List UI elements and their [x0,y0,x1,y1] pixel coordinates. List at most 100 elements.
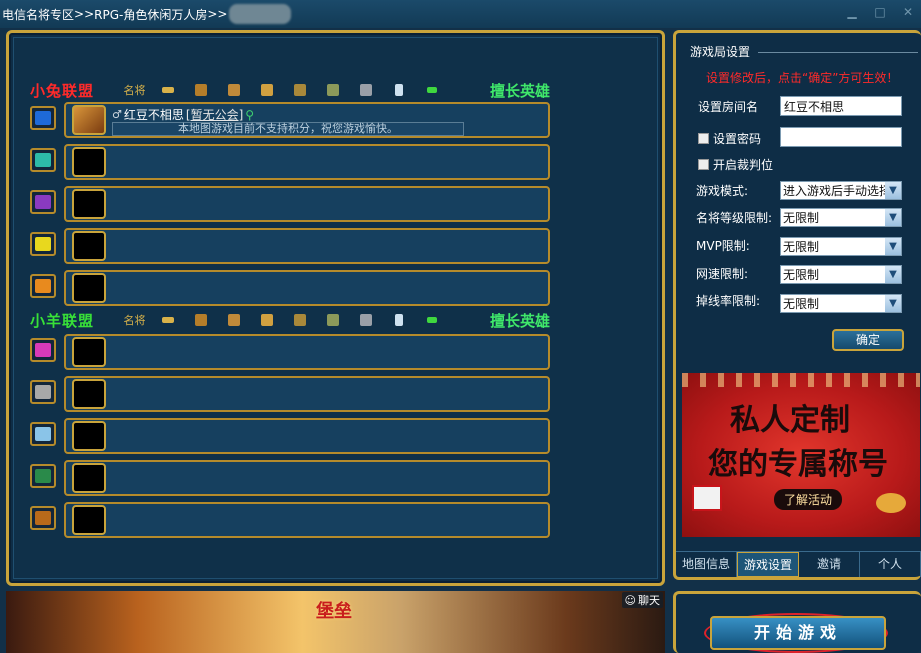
team1-name: 小兔联盟 [30,81,95,100]
chevron-down-icon[interactable]: ▼ [885,209,901,226]
panel-tabs: 地图信息 游戏设置 邀请 个人 [676,551,921,577]
password-input[interactable] [780,127,902,147]
army-icon [283,83,316,97]
tab-invite[interactable]: 邀请 [799,552,860,577]
slot-switch-button[interactable] [30,464,56,488]
slot-switch-button[interactable] [30,106,56,130]
mvp-icon [151,313,184,327]
team2-slot-1 [28,334,550,370]
arrow-right-icon [35,111,51,125]
room-name-row: 设置房间名 [698,95,758,117]
key-icon: ⚲ [245,107,255,122]
team1-slot-4 [28,228,550,264]
slot-body[interactable] [64,376,550,412]
column-mingjiang-label: 名将 [123,84,146,97]
ping-limit-row: 网速限制: [696,262,748,284]
breadcrumb-room-type[interactable]: RPG-角色休闲万人房 [94,6,207,23]
slot-switch-button[interactable] [30,422,56,446]
ping-limit-label: 网速限制: [696,266,749,281]
mvp-limit-value: 无限制 [783,240,820,254]
tab-personal[interactable]: 个人 [860,552,921,577]
password-checkbox[interactable] [698,132,709,144]
avatar-empty [72,505,106,535]
chevron-down-icon[interactable]: ▼ [885,238,901,255]
slot-switch-button[interactable] [30,338,56,362]
team1-column-icons: 名将 [118,82,448,98]
avatar[interactable] [72,105,106,135]
team2-hero-column: 擅长英雄 [489,311,550,330]
army-icon [283,313,316,327]
drop-limit-label: 掉线率限制: [696,293,761,308]
slot-switch-button[interactable] [30,148,56,172]
chevron-down-icon[interactable]: ▼ [885,182,901,199]
slot-switch-button[interactable] [30,274,56,298]
referee-checkbox[interactable] [698,158,709,170]
password-row: 设置密码 [698,127,761,149]
rich-icon [250,313,283,327]
slot-switch-button[interactable] [30,232,56,256]
mvp-limit-select[interactable]: 无限制 ▼ [780,237,902,256]
swap-icon [35,195,51,209]
slot-body[interactable] [64,502,550,538]
ping-limit-value: 无限制 [783,268,820,282]
coins-icon [876,493,906,513]
slot-body[interactable] [64,228,550,264]
mvp-icon [151,83,184,97]
player-name[interactable]: 红豆不相思 [124,106,184,123]
flag-icon [349,83,382,97]
avatar-empty [72,379,106,409]
signal-icon [415,313,448,327]
settings-panel: 游戏局设置 设置修改后，点击“确定”方可生效！ 设置房间名 设置密码 开启裁判位… [673,30,921,580]
game-mode-select[interactable]: 进入游戏后手动选择 ▼ [780,181,902,200]
level-limit-select[interactable]: 无限制 ▼ [780,208,902,227]
team2-slot-3 [28,418,550,454]
player-info: ♂ 红豆不相思 [暂无公会] ⚲ [112,106,254,123]
tab-game-settings[interactable]: 游戏设置 [737,552,799,577]
swap-icon [35,469,51,483]
breadcrumb-room-blurred [229,4,292,24]
boot-icon [382,313,415,327]
player-guild[interactable]: [暂无公会] [186,106,243,123]
ad-cta-button[interactable]: 了解活动 [774,489,843,510]
level-limit-row: 名将等级限制: [696,206,772,228]
ad-headline: 私人定制 [730,403,850,438]
chevron-down-icon[interactable]: ▼ [885,266,901,283]
chat-button[interactable]: ☺ 聊天 [621,592,663,608]
breadcrumb-separator: >> [74,7,95,21]
ad-banner[interactable]: 私人定制 您的专属称号 了解活动 [682,373,920,537]
slot-body[interactable] [64,186,550,222]
team1-hero-column: 擅长英雄 [489,81,550,100]
slot-body[interactable] [64,460,550,496]
team1-slot-1: ♂ 红豆不相思 [暂无公会] ⚲ 本地图游戏目前不支持积分，祝您游戏愉快。 [28,102,550,138]
slot-body[interactable] [64,270,550,306]
slot-switch-button[interactable] [30,506,56,530]
team2-column-icons: 名将 [118,312,448,328]
room-name-input[interactable] [780,96,902,116]
start-game-button[interactable]: 开始游戏 [710,616,886,650]
tab-map-info[interactable]: 地图信息 [676,552,737,577]
swap-icon [35,279,51,293]
game-banner[interactable]: 堡垒 ☺ 聊天 [6,591,665,653]
slot-body[interactable] [64,418,550,454]
breadcrumb-zone[interactable]: 电信名将专区 [2,6,74,23]
chevron-down-icon[interactable]: ▼ [885,295,901,312]
drop-limit-select[interactable]: 无限制 ▼ [780,294,902,313]
shield-icon [316,313,349,327]
column-mingjiang-label: 名将 [123,314,146,327]
close-button[interactable]: ✕ [899,4,917,20]
rich-icon [250,83,283,97]
slot-body[interactable] [64,334,550,370]
mvp-limit-row: MVP限制: [696,234,750,256]
maximize-button[interactable]: □ [871,4,889,20]
team2-name: 小羊联盟 [30,311,95,330]
minimize-button[interactable]: ▁ [843,4,861,20]
slot-switch-button[interactable] [30,190,56,214]
team2-header: 小羊联盟 名将 擅长英雄 [30,310,550,330]
ping-limit-select[interactable]: 无限制 ▼ [780,265,902,284]
banner-logo: 堡垒 [316,601,352,622]
slot-switch-button[interactable] [30,380,56,404]
slot-body[interactable]: ♂ 红豆不相思 [暂无公会] ⚲ 本地图游戏目前不支持积分，祝您游戏愉快。 [64,102,550,138]
confirm-button[interactable]: 确定 [832,329,904,351]
level-limit-label: 名将等级限制: [696,210,773,225]
slot-body[interactable] [64,144,550,180]
